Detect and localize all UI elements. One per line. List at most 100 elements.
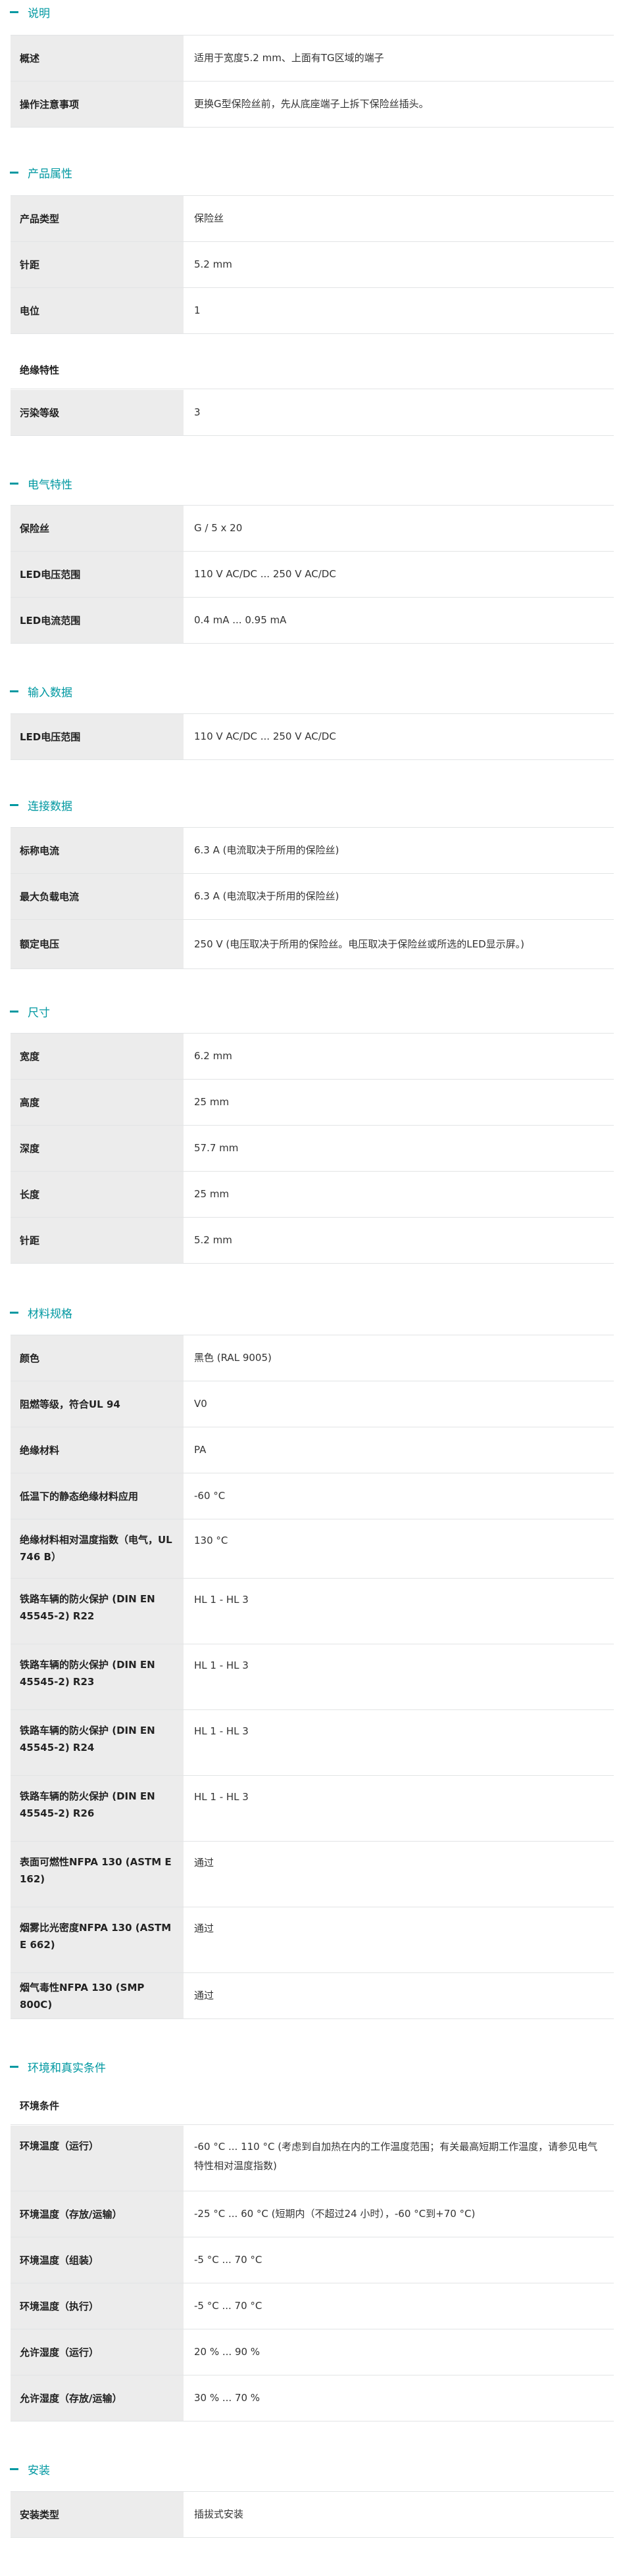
spec-label: 烟雾比光密度NFPA 130 (ASTM E 662) <box>11 1907 184 1972</box>
spec-label: 保险丝 <box>11 506 184 551</box>
spec-value: -5 °C ... 70 °C <box>194 2254 262 2266</box>
spec-label: LED电压范围 <box>11 714 184 759</box>
spec-row: 环境温度（执行） -5 °C ... 70 °C <box>11 2283 614 2329</box>
spec-row: 针距 5.2 mm <box>11 1218 614 1264</box>
spec-label: 安装类型 <box>11 2492 184 2537</box>
spec-value: HL 1 - HL 3 <box>194 1725 249 1737</box>
spec-row: 最大负载电流 6.3 A (电流取决于所用的保险丝) <box>11 874 614 920</box>
spec-value: HL 1 - HL 3 <box>194 1594 249 1606</box>
section-header-installation: 安装 <box>0 2458 623 2479</box>
spec-label: 铁路车辆的防火保护 (DIN EN 45545-2) R26 <box>11 1776 184 1841</box>
spec-value: 6.2 mm <box>194 1050 232 1062</box>
section-header-dimensions: 尺寸 <box>0 1001 623 1022</box>
spec-row: 长度 25 mm <box>11 1172 614 1218</box>
dash-icon <box>10 2065 18 2068</box>
spec-label: 颜色 <box>11 1335 184 1381</box>
dash-icon <box>10 171 18 174</box>
dash-icon <box>10 482 18 485</box>
spec-row: 安装类型 插拔式安装 <box>11 2492 614 2538</box>
spec-value: 通过 <box>194 1857 214 1869</box>
spec-row: 宽度 6.2 mm <box>11 1034 614 1080</box>
spec-row: 高度 25 mm <box>11 1080 614 1126</box>
spec-row: 铁路车辆的防火保护 (DIN EN 45545-2) R22 HL 1 - HL … <box>11 1579 614 1644</box>
spec-value: 5.2 mm <box>194 1234 232 1246</box>
section-header-environment: 环境和真实条件 <box>0 2056 623 2077</box>
spec-value: 25 mm <box>194 1096 230 1108</box>
spec-label: 铁路车辆的防火保护 (DIN EN 45545-2) R22 <box>11 1579 184 1644</box>
spec-row: 操作注意事项 更换G型保险丝前，先从底座端子上拆下保险丝插头。 <box>11 82 614 128</box>
spec-row: 额定电压 250 V (电压取决于所用的保险丝。电压取决于保险丝或所选的LED显示… <box>11 920 614 969</box>
spec-label: LED电流范围 <box>11 598 184 643</box>
spec-value: 130 °C <box>194 1535 228 1546</box>
spec-row: 颜色 黑色 (RAL 9005) <box>11 1335 614 1381</box>
spec-label: 绝缘材料相对温度指数（电气，UL 746 B） <box>11 1519 184 1578</box>
section-title: 材料规格 <box>28 1307 72 1321</box>
section-title: 安装 <box>28 2464 50 2477</box>
spec-value: 保险丝 <box>194 212 224 224</box>
spec-row: 烟气毒性NFPA 130 (SMP 800C) 通过 <box>11 1973 614 2019</box>
spec-row: 铁路车辆的防火保护 (DIN EN 45545-2) R23 HL 1 - HL … <box>11 1644 614 1710</box>
spec-value: 3 <box>194 406 201 418</box>
spec-row: 铁路车辆的防火保护 (DIN EN 45545-2) R24 HL 1 - HL … <box>11 1710 614 1776</box>
dash-icon <box>10 690 18 692</box>
spec-row: 环境温度（运行） -60 °C ... 110 °C (考虑到自加热在内的工作温度… <box>11 2126 614 2191</box>
spec-label: 最大负载电流 <box>11 874 184 919</box>
spec-value: 黑色 (RAL 9005) <box>194 1352 272 1364</box>
spec-value: -25 °C ... 60 °C (短期内（不超过24 小时），-60 °C到+… <box>194 2208 476 2220</box>
spec-label: 允许湿度（运行） <box>11 2329 184 2375</box>
spec-row: 允许湿度（运行） 20 % ... 90 % <box>11 2329 614 2375</box>
spec-value: HL 1 - HL 3 <box>194 1791 249 1803</box>
spec-label: 产品类型 <box>11 196 184 241</box>
spec-value: PA <box>194 1444 207 1456</box>
spec-value: 插拔式安装 <box>194 2508 244 2520</box>
dash-icon <box>10 2468 18 2470</box>
spec-value: 30 % ... 70 % <box>194 2392 261 2404</box>
spec-row: 产品类型 保险丝 <box>11 196 614 242</box>
section-title: 环境和真实条件 <box>28 2061 106 2075</box>
spec-row: 标称电流 6.3 A (电流取决于所用的保险丝) <box>11 828 614 874</box>
section-header-connection-data: 连接数据 <box>0 794 623 815</box>
spec-value: 更换G型保险丝前，先从底座端子上拆下保险丝插头。 <box>194 98 429 110</box>
spec-label: 烟气毒性NFPA 130 (SMP 800C) <box>11 1973 184 2018</box>
spec-label: 表面可燃性NFPA 130 (ASTM E 162) <box>11 1842 184 1907</box>
spec-value: 25 mm <box>194 1188 230 1200</box>
spec-label: 环境温度（执行） <box>11 2283 184 2329</box>
section-title: 说明 <box>28 7 50 20</box>
spec-label: 概述 <box>11 36 184 81</box>
spec-page: 说明 概述 适用于宽度5.2 mm、上面有TG区域的端子 操作注意事项 更换G型保险… <box>0 0 623 2576</box>
spec-row: 针距 5.2 mm <box>11 242 614 288</box>
spec-value: 0.4 mA ... 0.95 mA <box>194 614 287 626</box>
dash-icon <box>10 1311 18 1314</box>
spec-label: 长度 <box>11 1172 184 1217</box>
section-header-material: 材料规格 <box>0 1302 623 1323</box>
spec-row: 保险丝 G / 5 x 20 <box>11 506 614 552</box>
spec-value: 1 <box>194 304 201 316</box>
spec-row: 电位 1 <box>11 288 614 334</box>
spec-label: 环境温度（运行） <box>11 2126 184 2191</box>
spec-label: 污染等级 <box>11 390 184 435</box>
spec-row: 环境温度（存放/运输） -25 °C ... 60 °C (短期内（不超过24 小… <box>11 2191 614 2237</box>
spec-label: 铁路车辆的防火保护 (DIN EN 45545-2) R23 <box>11 1644 184 1709</box>
subsection-title: 环境条件 <box>11 2086 614 2125</box>
spec-value: -60 °C <box>194 1490 226 1502</box>
spec-value: -60 °C ... 110 °C (考虑到自加热在内的工作温度范围；有关最高短… <box>194 2141 598 2172</box>
section-header-product-properties: 产品属性 <box>0 162 623 183</box>
spec-label: 允许湿度（存放/运输） <box>11 2375 184 2421</box>
spec-value: 20 % ... 90 % <box>194 2346 261 2358</box>
spec-label: 低温下的静态绝缘材料应用 <box>11 1473 184 1519</box>
spec-value: 110 V AC/DC ... 250 V AC/DC <box>194 730 336 742</box>
section-header-description: 说明 <box>0 1 623 22</box>
spec-row: 表面可燃性NFPA 130 (ASTM E 162) 通过 <box>11 1842 614 1907</box>
section-title: 尺寸 <box>28 1006 50 1020</box>
section-title: 电气特性 <box>28 478 72 492</box>
spec-label: 阻燃等级，符合UL 94 <box>11 1381 184 1427</box>
spec-label: 高度 <box>11 1080 184 1125</box>
dash-icon <box>10 1010 18 1013</box>
spec-row: 绝缘材料 PA <box>11 1427 614 1473</box>
spec-label: 宽度 <box>11 1034 184 1079</box>
spec-value: 57.7 mm <box>194 1142 239 1154</box>
spec-row: 环境温度（组装） -5 °C ... 70 °C <box>11 2237 614 2283</box>
section-title: 输入数据 <box>28 686 72 700</box>
section-header-input-data: 输入数据 <box>0 680 623 702</box>
spec-value: 6.3 A (电流取决于所用的保险丝) <box>194 890 339 902</box>
